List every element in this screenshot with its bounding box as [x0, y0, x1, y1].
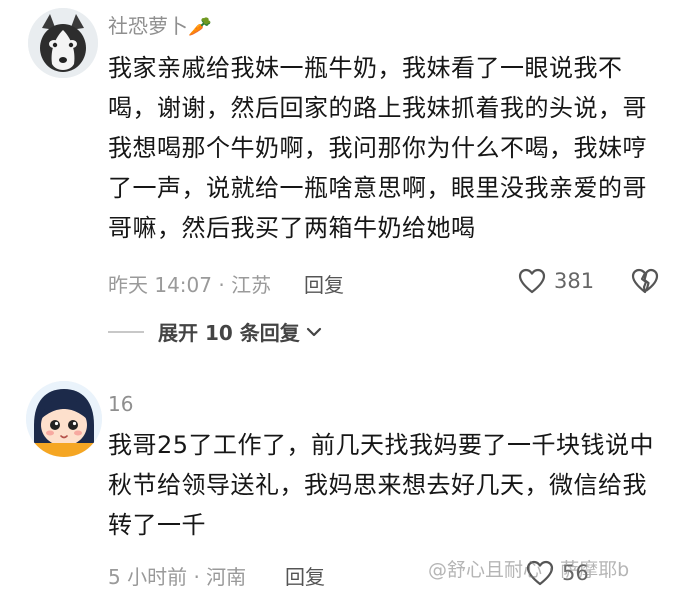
heart-outline-icon [518, 268, 546, 294]
carrot-emoji-icon: 🥕 [188, 16, 212, 38]
broken-heart-icon [631, 268, 659, 294]
comment-text: 我家亲戚给我妹一瓶牛奶，我妹看了一眼说我不喝，谢谢，然后回家的路上我妹抓着我的头… [108, 54, 647, 242]
reply-button[interactable]: 回复 [304, 269, 344, 298]
husky-avatar-image [28, 8, 98, 78]
comment-text: 我哥25了工作了，前几天找我妈要了一千块钱说中秋节给领导送礼，我妈思来想去好几天… [108, 431, 655, 539]
watermark: @舒心且耐心 · 萨摩耶b [428, 559, 630, 581]
reply-button[interactable]: 回复 [285, 561, 325, 590]
like-count: 381 [554, 269, 595, 293]
dislike-button[interactable] [630, 268, 660, 298]
divider-line [108, 330, 144, 333]
username[interactable]: 社恐萝卜🥕 [108, 10, 212, 39]
avatar[interactable] [28, 8, 98, 78]
expand-replies-label: 展开 10 条回复 [158, 321, 300, 345]
avatar[interactable] [26, 381, 102, 457]
like-button[interactable]: 381 [518, 268, 594, 294]
cartoon-girl-avatar-image [26, 381, 102, 457]
comment-meta: 5 小时前 · 河南 [108, 565, 247, 589]
chevron-down-icon [306, 327, 321, 336]
expand-replies-button[interactable]: 展开 10 条回复 [108, 317, 322, 346]
comment-meta: 昨天 14:07 · 江苏 [108, 273, 272, 297]
username[interactable]: 16 [108, 392, 133, 416]
